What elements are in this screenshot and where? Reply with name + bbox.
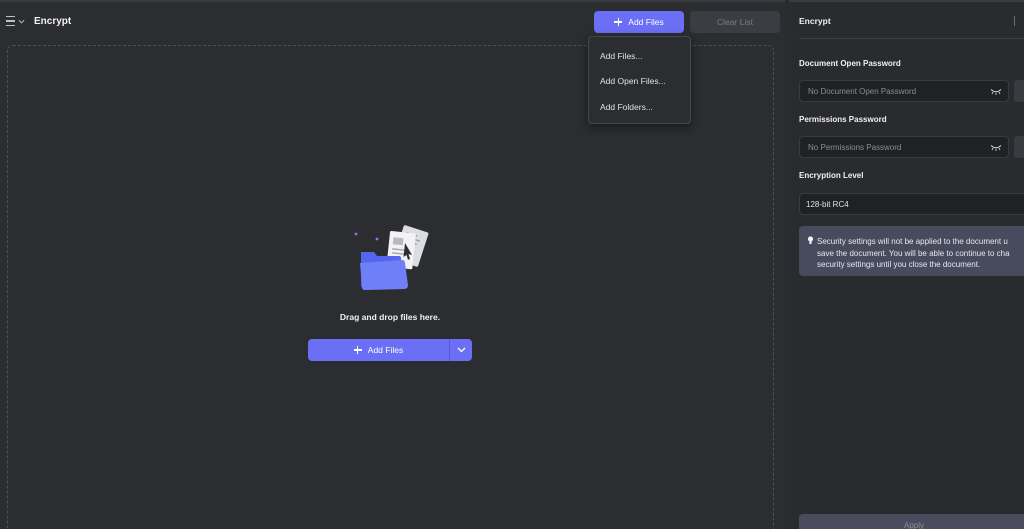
hide-password-icon[interactable] — [990, 88, 1002, 95]
menu-item-add-files[interactable]: Add Files... — [589, 43, 690, 69]
notice-line: save the document. You will be able to c… — [817, 248, 1010, 258]
drop-hint: Drag and drop files here. — [339, 312, 441, 322]
clear-list-button[interactable]: Clear List — [690, 11, 780, 33]
add-files-label: Add Files — [367, 345, 404, 355]
clear-list-label: Clear List — [717, 17, 753, 27]
add-files-label: Add Files — [628, 17, 664, 27]
chevron-down-icon — [18, 19, 25, 24]
folder-documents-illustration — [354, 225, 429, 290]
notice-line: security settings until you close the do… — [817, 260, 981, 269]
main-panel: Encrypt Add Files Clear List Drag and dr… — [0, 0, 785, 529]
notice-line: Security settings will not be applied to… — [817, 237, 1008, 246]
panel-title: Encrypt — [799, 16, 831, 26]
security-notice: Security settings will not be applied to… — [799, 226, 1024, 276]
permissions-password-side-button[interactable] — [1014, 136, 1024, 158]
add-files-dropdown-toggle[interactable] — [450, 339, 472, 361]
panel-collapse-handle[interactable] — [1014, 16, 1020, 26]
encrypt-settings-panel: Encrypt Document Open Password Permissio… — [789, 0, 1024, 529]
open-password-side-button[interactable] — [1014, 80, 1024, 102]
open-password-field — [799, 80, 1009, 102]
add-files-main-button[interactable]: Add Files — [308, 339, 449, 361]
app-window: Encrypt Add Files Clear List Drag and dr… — [0, 0, 1024, 529]
add-files-split-button: Add Files — [308, 339, 472, 361]
open-password-label: Document Open Password — [799, 59, 901, 68]
permissions-password-field — [799, 136, 1009, 158]
hide-password-icon[interactable] — [990, 144, 1002, 151]
apply-button[interactable]: Apply — [799, 514, 1024, 529]
permissions-password-input[interactable] — [808, 142, 988, 152]
divider — [799, 38, 1024, 39]
permissions-password-label: Permissions Password — [799, 115, 887, 124]
add-files-menu: Add Files... Add Open Files... Add Folde… — [588, 36, 691, 124]
plus-icon — [353, 346, 362, 354]
chevron-down-icon — [457, 347, 465, 353]
open-password-input[interactable] — [808, 86, 988, 96]
encryption-level-label: Encryption Level — [799, 171, 864, 180]
add-files-button[interactable]: Add Files — [594, 11, 684, 33]
menu-button[interactable] — [6, 14, 26, 28]
page-title: Encrypt — [34, 16, 72, 27]
hamburger-icon — [6, 16, 15, 26]
plus-icon — [614, 18, 623, 26]
toolbar: Encrypt Add Files Clear List — [0, 2, 785, 40]
menu-item-add-open-files[interactable]: Add Open Files... — [589, 69, 690, 95]
encryption-level-select[interactable]: 128-bit RC4 — [799, 193, 1024, 215]
encryption-level-value: 128-bit RC4 — [806, 199, 849, 209]
lightbulb-icon — [807, 236, 814, 244]
menu-item-add-folders[interactable]: Add Folders... — [589, 94, 690, 120]
